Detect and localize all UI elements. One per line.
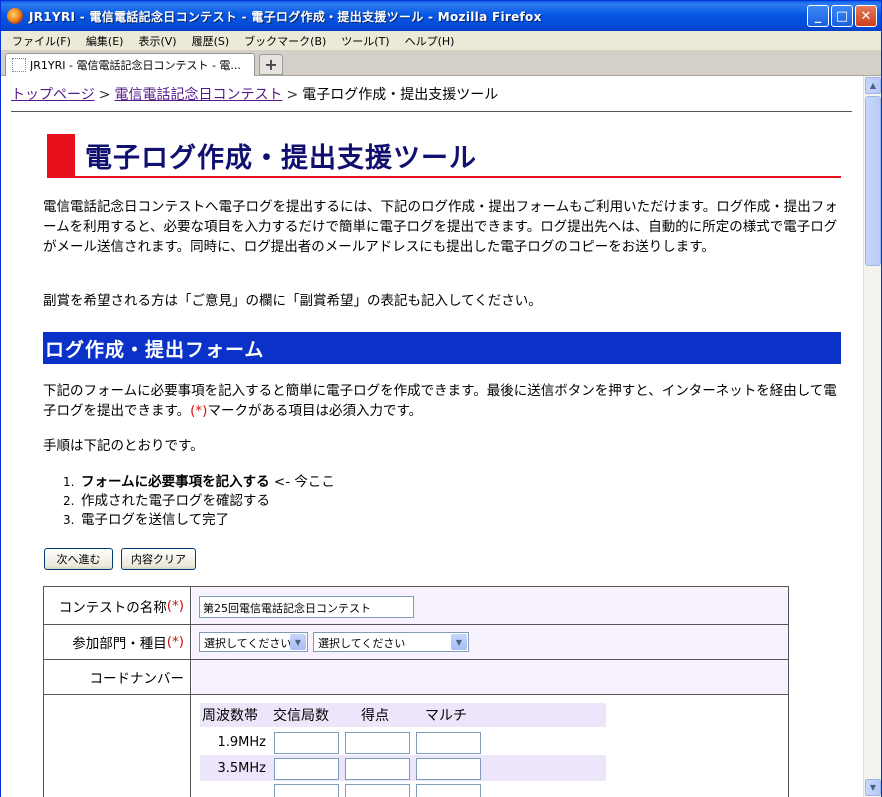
- breadcrumb-contest-link[interactable]: 電信電話記念日コンテスト: [114, 87, 282, 103]
- firefox-icon: [7, 8, 23, 24]
- band-name: 1.9MHz: [217, 734, 267, 750]
- breadcrumb-top-link[interactable]: トップページ: [11, 87, 95, 103]
- required-mark: (*): [166, 634, 184, 650]
- tab-bar: JR1YRI - 電信電話記念日コンテスト - 電... +: [1, 50, 881, 76]
- breadcrumb-separator: >: [98, 87, 111, 103]
- page-title: 電子ログ作成・提出支援ツール: [47, 134, 841, 178]
- form-description-a: 下記のフォームに必要事項を記入すると簡単に電子ログを作成できます。最後に送信ボタ…: [43, 383, 837, 419]
- breadcrumb-separator: >: [286, 87, 299, 103]
- required-mark: (*): [166, 597, 184, 614]
- points-input[interactable]: [345, 784, 410, 797]
- code-number-label: コードナンバー: [44, 660, 191, 694]
- chevron-down-icon: ▼: [451, 634, 467, 650]
- multi-input[interactable]: [416, 732, 481, 754]
- multi-input[interactable]: [416, 784, 481, 797]
- menu-tools[interactable]: ツール(T): [334, 33, 397, 49]
- scroll-thumb[interactable]: [865, 96, 881, 266]
- tab-label: JR1YRI - 電信電話記念日コンテスト - 電...: [30, 59, 241, 72]
- step-number: 2.: [63, 494, 75, 508]
- divider: [11, 111, 852, 112]
- clear-button[interactable]: 内容クリア: [121, 548, 196, 570]
- new-tab-button[interactable]: +: [259, 54, 283, 75]
- points-input[interactable]: [345, 732, 410, 754]
- step-current-marker: <- 今ここ: [269, 474, 335, 490]
- title-accent-block: [47, 134, 75, 176]
- minimize-button[interactable]: _: [807, 5, 829, 27]
- contest-name-cell: 第25回電信電話記念日コンテスト: [192, 587, 788, 624]
- form-description-b: マークがある項目は必須入力です。: [207, 403, 423, 419]
- header-points: 得点: [361, 708, 389, 724]
- page-title-text: 電子ログ作成・提出支援ツール: [85, 142, 477, 174]
- close-button[interactable]: ✕: [855, 5, 877, 27]
- band-table-header: 周波数帯 交信局数 得点 マルチ: [200, 703, 606, 727]
- list-item: 1. フォームに必要事項を記入する <- 今ここ: [63, 473, 335, 492]
- step-text: 作成された電子ログを確認する: [81, 493, 270, 509]
- required-mark: (*): [190, 403, 208, 419]
- qso-input[interactable]: [274, 758, 339, 780]
- band-row-3-5: 3.5MHz: [200, 755, 606, 781]
- menu-bookmarks[interactable]: ブックマーク(B): [237, 33, 334, 49]
- scroll-down-icon[interactable]: ▼: [865, 779, 881, 796]
- points-input[interactable]: [345, 758, 410, 780]
- qso-input[interactable]: [274, 784, 339, 797]
- window-controls: _ □ ✕: [807, 5, 877, 27]
- category-label: 参加部門・種目 (*): [44, 625, 191, 659]
- step-number: 1.: [63, 475, 75, 489]
- breadcrumb: トップページ > 電信電話記念日コンテスト > 電子ログ作成・提出支援ツール: [11, 84, 498, 104]
- header-multi: マルチ: [425, 708, 467, 724]
- category-select-2[interactable]: 選択してください ▼: [313, 632, 469, 652]
- menu-help[interactable]: ヘルプ(H): [398, 33, 463, 49]
- contest-name-label: コンテストの名称 (*): [44, 587, 191, 624]
- next-button[interactable]: 次へ進む: [44, 548, 113, 570]
- chevron-down-icon: ▼: [290, 634, 306, 650]
- contest-name-input[interactable]: 第25回電信電話記念日コンテスト: [199, 596, 414, 618]
- page-icon: [12, 58, 26, 72]
- table-row: コンテストの名称 (*) 第25回電信電話記念日コンテスト: [44, 587, 788, 625]
- menu-history[interactable]: 履歴(S): [185, 33, 238, 49]
- step-number: 3.: [63, 513, 75, 527]
- scroll-up-icon[interactable]: ▲: [865, 77, 881, 94]
- steps-intro: 手順は下記のとおりです。: [43, 438, 204, 454]
- header-band: 周波数帯: [202, 708, 258, 724]
- maximize-button[interactable]: □: [831, 5, 853, 27]
- category-cell: 選択してください ▼ 選択してください ▼: [192, 625, 788, 659]
- menu-view[interactable]: 表示(V): [131, 33, 184, 49]
- vertical-scrollbar[interactable]: ▲ ▼: [863, 76, 881, 797]
- list-item: 2. 作成された電子ログを確認する: [63, 492, 335, 511]
- form-description: 下記のフォームに必要事項を記入すると簡単に電子ログを作成できます。最後に送信ボタ…: [43, 381, 843, 421]
- band-row-1-9: 1.9MHz: [200, 729, 606, 755]
- tab-current[interactable]: JR1YRI - 電信電話記念日コンテスト - 電...: [5, 53, 255, 76]
- intro-text: 電信電話記念日コンテストへ電子ログを提出するには、下記のログ作成・提出フォームも…: [43, 199, 838, 255]
- band-row-next: [200, 781, 606, 797]
- qso-input[interactable]: [274, 732, 339, 754]
- table-row: コードナンバー: [44, 660, 788, 695]
- band-results-label: [44, 695, 191, 797]
- list-item: 3. 電子ログを送信して完了: [63, 511, 335, 530]
- step-text: 電子ログを送信して完了: [81, 512, 230, 528]
- step-text: フォームに必要事項を記入する: [81, 474, 270, 490]
- menu-bar: ファイル(F) 編集(E) 表示(V) 履歴(S) ブックマーク(B) ツール(…: [1, 31, 881, 50]
- category-select-1[interactable]: 選択してください ▼: [199, 632, 308, 652]
- band-results-cell: 周波数帯 交信局数 得点 マルチ 1.9MHz 3.5MHz: [192, 695, 788, 797]
- menu-edit[interactable]: 編集(E): [79, 33, 132, 49]
- multi-input[interactable]: [416, 758, 481, 780]
- note-text: 副賞を希望される方は「ご意見」の欄に「副賞希望」の表記も記入してください。: [43, 293, 542, 309]
- code-number-cell: [192, 660, 788, 694]
- table-row: 参加部門・種目 (*) 選択してください ▼ 選択してください ▼: [44, 625, 788, 660]
- browser-window: JR1YRI - 電信電話記念日コンテスト - 電子ログ作成・提出支援ツール -…: [0, 0, 882, 797]
- log-form-table: コンテストの名称 (*) 第25回電信電話記念日コンテスト 参加部門・種目 (*) …: [43, 586, 789, 797]
- breadcrumb-current: 電子ログ作成・提出支援ツール: [302, 87, 499, 103]
- table-row: 周波数帯 交信局数 得点 マルチ 1.9MHz 3.5MHz: [44, 695, 788, 797]
- header-qso: 交信局数: [273, 708, 329, 724]
- section-title: ログ作成・提出フォーム: [43, 332, 841, 364]
- band-name: 3.5MHz: [217, 760, 267, 776]
- page-content: トップページ > 電信電話記念日コンテスト > 電子ログ作成・提出支援ツール 電子ログ作…: [1, 76, 863, 797]
- menu-file[interactable]: ファイル(F): [5, 33, 79, 49]
- title-bar[interactable]: JR1YRI - 電信電話記念日コンテスト - 電子ログ作成・提出支援ツール -…: [1, 1, 881, 31]
- window-title: JR1YRI - 電信電話記念日コンテスト - 電子ログ作成・提出支援ツール -…: [29, 9, 542, 24]
- steps-list: 1. フォームに必要事項を記入する <- 今ここ 2. 作成された電子ログを確認する…: [63, 473, 335, 530]
